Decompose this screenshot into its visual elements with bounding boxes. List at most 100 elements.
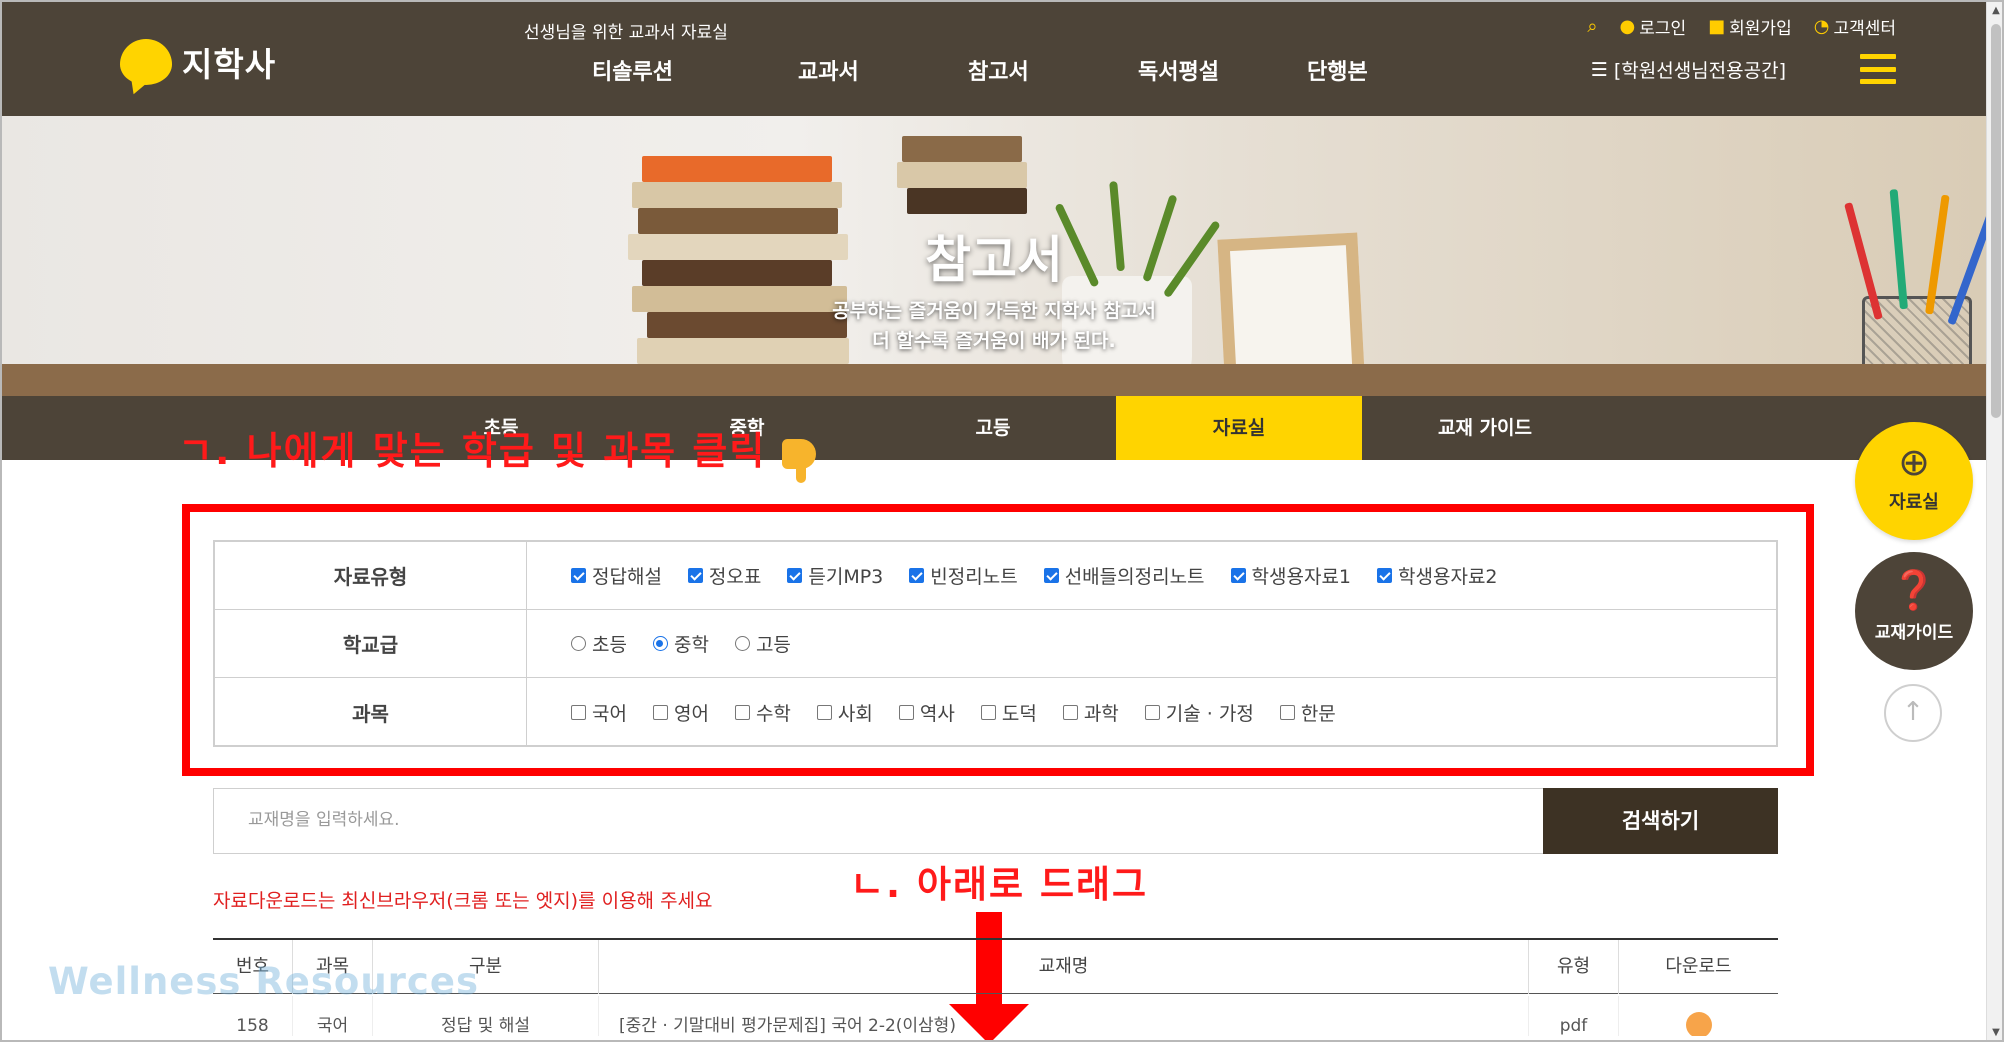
checkbox[interactable] (787, 568, 803, 583)
nav-item-reading[interactable]: 독서평설 (1138, 54, 1219, 86)
radio-button[interactable] (652, 636, 668, 651)
site-header: 지학사 선생님을 위한 교과서 자료실 티솔루션 교과서 참고서 독서평설 단행… (2, 2, 1986, 116)
headset-icon: ◔ (1813, 16, 1830, 37)
checkbox[interactable] (1043, 568, 1059, 583)
type-option-blank-note[interactable]: 빈정리노트 (909, 562, 1018, 589)
arrow-up-icon: ↑ (1902, 697, 1924, 727)
type-option-student1[interactable]: 학생용자료1 (1230, 562, 1351, 589)
col-title: 교재명 (599, 940, 1529, 994)
scroll-up-icon[interactable]: ▲ (1987, 2, 2002, 20)
checkbox[interactable] (1144, 704, 1160, 720)
subject-option-english[interactable]: 영어 (652, 699, 709, 726)
checkbox[interactable] (1279, 704, 1295, 720)
checkbox[interactable] (571, 704, 586, 720)
filter-row-type: 자료유형 정답해설 정오표 듣기MP3 빈정리노트 선배들의정리노트 학생용자료… (215, 542, 1776, 610)
subject-option-history[interactable]: 역사 (898, 699, 955, 726)
academy-icon: ☰ (1590, 58, 1608, 81)
site-logo[interactable]: 지학사 (120, 38, 276, 86)
bag-plus-icon: ⊕ (1898, 440, 1930, 484)
checkbox[interactable] (898, 704, 914, 720)
page: 지학사 선생님을 위한 교과서 자료실 티솔루션 교과서 참고서 독서평설 단행… (0, 0, 2004, 1042)
filter-row-level: 학교급 초등 중학 고등 (215, 610, 1776, 678)
option-label: 역사 (919, 702, 955, 725)
subject-option-math[interactable]: 수학 (734, 699, 791, 726)
option-label: 듣기MP3 (808, 566, 884, 588)
subject-option-ethics[interactable]: 도덕 (980, 699, 1037, 726)
floating-library-label: 자료실 (1889, 492, 1939, 513)
row-title[interactable]: [중간 · 기말대비 평가문제집] 국어 2-2(이삼형) (599, 996, 1529, 1036)
utility-menu: ⌕ ● 로그인 ■ 회원가입 ◔ 고객센터 (1587, 14, 1896, 39)
subject-option-science[interactable]: 과학 (1062, 699, 1119, 726)
pdf-icon[interactable] (1685, 1012, 1712, 1036)
floating-guide-button[interactable]: ❓ 교재가이드 (1855, 552, 1973, 670)
floating-library-button[interactable]: ⊕ 자료실 (1855, 422, 1973, 540)
hero-banner: 참고서 공부하는 즐거움이 가득한 지학사 참고서 더 할수록 즐거움이 배가 … (2, 116, 1986, 396)
subject-option-hanmun[interactable]: 한문 (1279, 699, 1336, 726)
search-button[interactable]: 검색하기 (1543, 788, 1778, 854)
radio-button[interactable] (571, 636, 586, 651)
subject-option-tech-home[interactable]: 기술 · 가정 (1144, 699, 1254, 726)
option-label: 초등 (592, 634, 627, 656)
option-label: 선배들의정리노트 (1064, 566, 1205, 588)
filter-type-options: 정답해설 정오표 듣기MP3 빈정리노트 선배들의정리노트 학생용자료1 학생용… (571, 542, 1498, 609)
signup-link[interactable]: ■ 회원가입 (1708, 14, 1792, 39)
lock-icon: ■ (1708, 16, 1726, 37)
type-option-senior-note[interactable]: 선배들의정리노트 (1043, 562, 1205, 589)
checkbox[interactable] (909, 568, 925, 583)
pointing-hand-icon (782, 438, 817, 483)
filter-level-label: 학교급 (215, 610, 527, 677)
tab-library[interactable]: 자료실 (1116, 396, 1362, 460)
floating-guide-label: 교재가이드 (1874, 623, 1954, 643)
option-label: 빈정리노트 (930, 566, 1018, 588)
option-label: 중학 (673, 634, 709, 656)
filter-type-label: 자료유형 (215, 542, 527, 609)
checkbox[interactable] (816, 704, 832, 720)
tab-guide[interactable]: 교재 가이드 (1362, 396, 1608, 460)
checkbox[interactable] (1377, 568, 1393, 583)
radio-button[interactable] (734, 636, 750, 651)
type-option-mp3[interactable]: 듣기MP3 (787, 562, 883, 589)
nav-item-reference[interactable]: 참고서 (968, 54, 1029, 86)
search-icon[interactable]: ⌕ (1587, 16, 1597, 37)
login-link[interactable]: ● 로그인 (1620, 14, 1687, 39)
nav-item-tsolution[interactable]: 티솔루션 (592, 54, 673, 86)
checkbox[interactable] (571, 568, 586, 583)
scroll-top-button[interactable]: ↑ (1884, 684, 1942, 742)
type-option-errata[interactable]: 정오표 (687, 562, 761, 589)
header-tagline: 선생님을 위한 교과서 자료실 (524, 23, 728, 43)
type-option-answers[interactable]: 정답해설 (571, 562, 662, 589)
question-search-icon: ❓ (1890, 568, 1938, 612)
academy-label: [학원선생님전용공간] (1613, 60, 1786, 82)
checkbox[interactable] (1230, 568, 1246, 583)
checkbox[interactable] (652, 704, 668, 720)
signup-label: 회원가입 (1729, 19, 1792, 39)
search-input[interactable]: 교재명을 입력하세요. (213, 788, 1543, 854)
hero-subtitle-2: 더 할수록 즐거움이 배가 된다. (872, 330, 1116, 352)
subject-option-korean[interactable]: 국어 (571, 699, 627, 726)
level-option-middle[interactable]: 중학 (652, 630, 709, 657)
option-label: 기술 · 가정 (1165, 702, 1254, 725)
annotation-step2: ㄴ. 아래로 드래그 (850, 863, 1149, 906)
hamburger-menu-icon[interactable] (1860, 54, 1896, 84)
academy-link[interactable]: ☰ [학원선생님전용공간] (1591, 56, 1786, 83)
nav-item-single-book[interactable]: 단행본 (1307, 54, 1368, 86)
level-option-high[interactable]: 고등 (734, 630, 791, 657)
scrollbar[interactable]: ▲ ▼ (1986, 2, 2002, 1040)
login-label: 로그인 (1639, 19, 1687, 39)
support-link[interactable]: ◔ 고객센터 (1814, 14, 1896, 39)
tab-high[interactable]: 고등 (870, 396, 1116, 460)
level-option-elementary[interactable]: 초등 (571, 630, 627, 657)
option-label: 도덕 (1001, 702, 1037, 725)
type-option-student2[interactable]: 학생용자료2 (1377, 562, 1498, 589)
checkbox[interactable] (687, 568, 703, 583)
scroll-down-icon[interactable]: ▼ (1987, 1024, 2002, 1040)
scrollbar-thumb[interactable] (1991, 24, 2001, 418)
checkbox[interactable] (1062, 704, 1078, 720)
checkbox[interactable] (734, 704, 750, 720)
filter-subject-options: 국어 영어 수학 사회 역사 도덕 과학 기술 · 가정 한문 (571, 678, 1336, 746)
filter-level-options: 초등 중학 고등 (571, 610, 791, 677)
nav-item-textbook[interactable]: 교과서 (798, 54, 859, 86)
filter-row-subject: 과목 국어 영어 수학 사회 역사 도덕 과학 기술 · 가정 한문 (215, 678, 1776, 746)
checkbox[interactable] (980, 704, 996, 720)
subject-option-social[interactable]: 사회 (816, 699, 873, 726)
